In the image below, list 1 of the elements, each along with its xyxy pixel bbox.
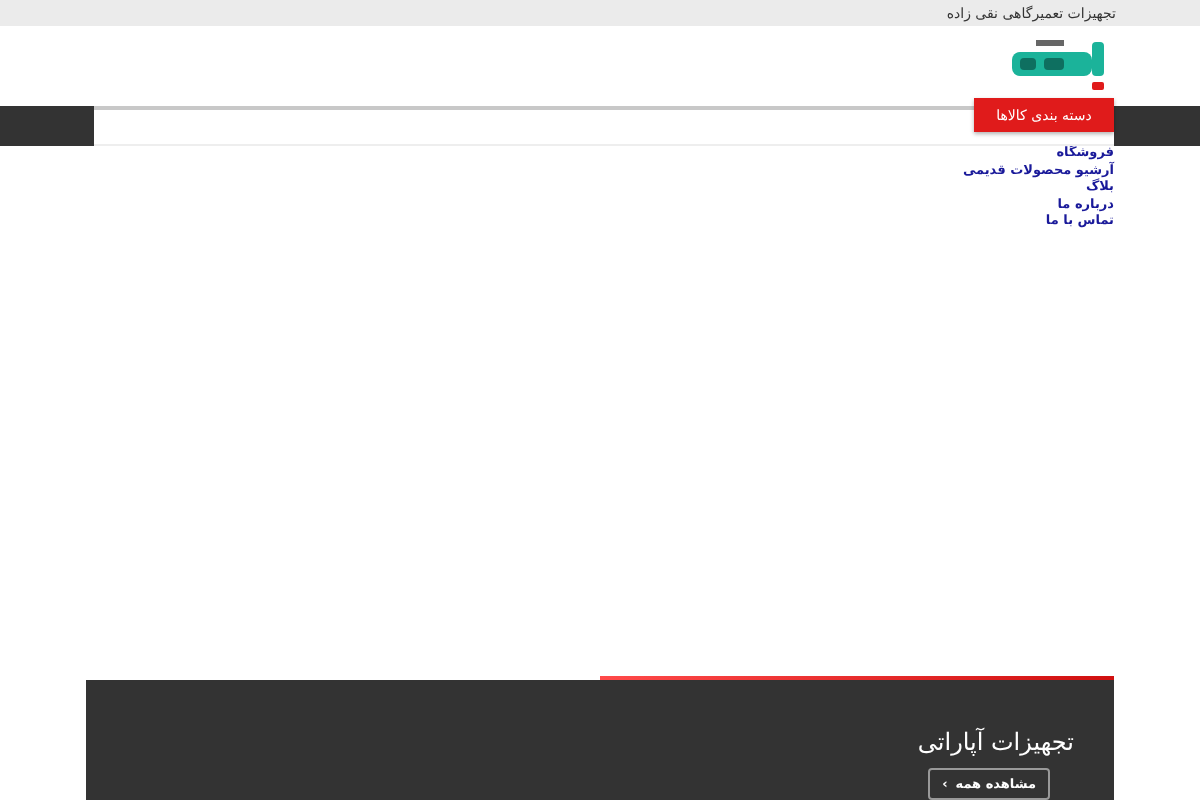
section-title: تجهیزات آپاراتی bbox=[917, 728, 1074, 756]
